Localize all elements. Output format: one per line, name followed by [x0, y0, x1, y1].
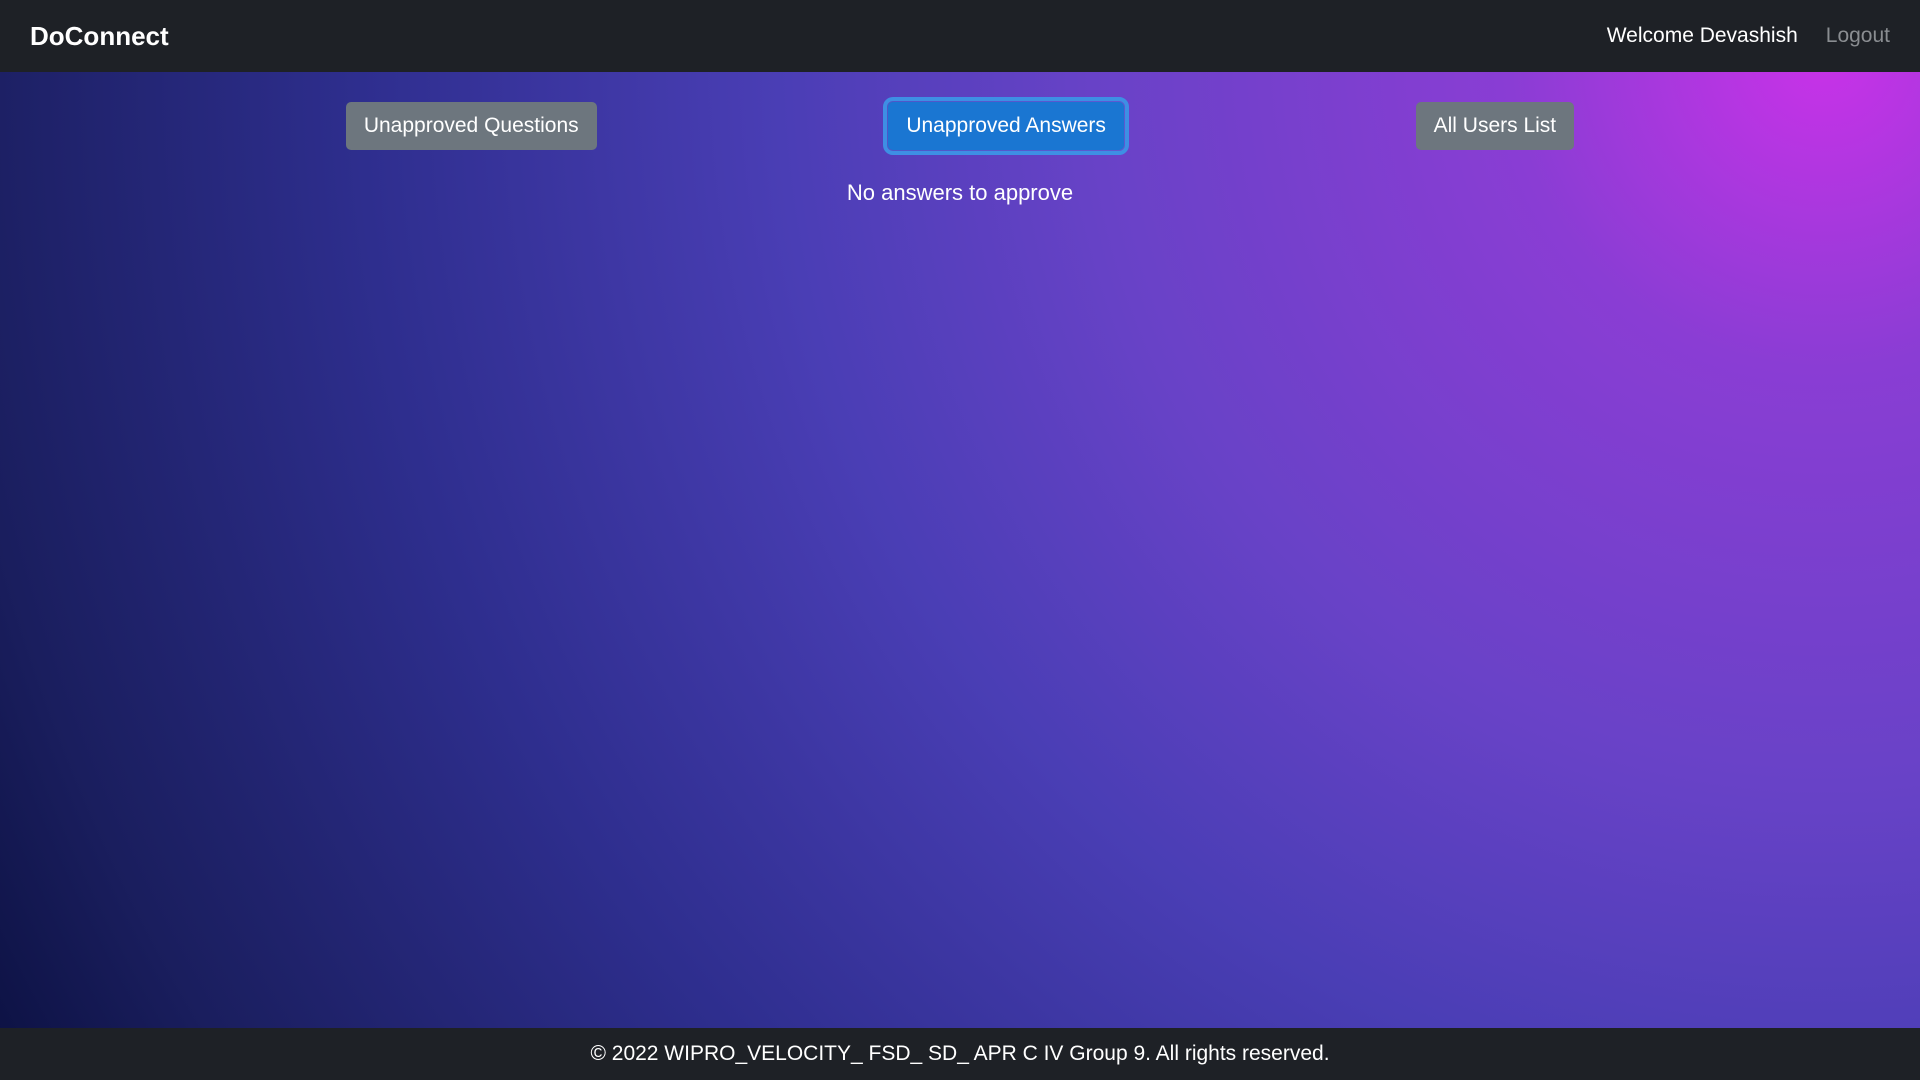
brand-logo[interactable]: DoConnect — [30, 21, 169, 52]
unapproved-questions-button[interactable]: Unapproved Questions — [346, 102, 597, 150]
footer-copyright: © 2022 WIPRO_VELOCITY_ FSD_ SD_ APR C IV… — [590, 1042, 1329, 1066]
main-content: Unapproved Questions Unapproved Answers … — [0, 72, 1920, 1028]
unapproved-answers-button[interactable]: Unapproved Answers — [888, 102, 1124, 150]
footer: © 2022 WIPRO_VELOCITY_ FSD_ SD_ APR C IV… — [0, 1028, 1920, 1080]
button-row: Unapproved Questions Unapproved Answers … — [0, 102, 1920, 150]
navbar: DoConnect Welcome Devashish Logout — [0, 0, 1920, 72]
logout-link[interactable]: Logout — [1826, 24, 1890, 48]
navbar-right: Welcome Devashish Logout — [1607, 24, 1890, 48]
welcome-text: Welcome Devashish — [1607, 24, 1798, 48]
status-message: No answers to approve — [847, 180, 1073, 206]
all-users-list-button[interactable]: All Users List — [1416, 102, 1575, 150]
